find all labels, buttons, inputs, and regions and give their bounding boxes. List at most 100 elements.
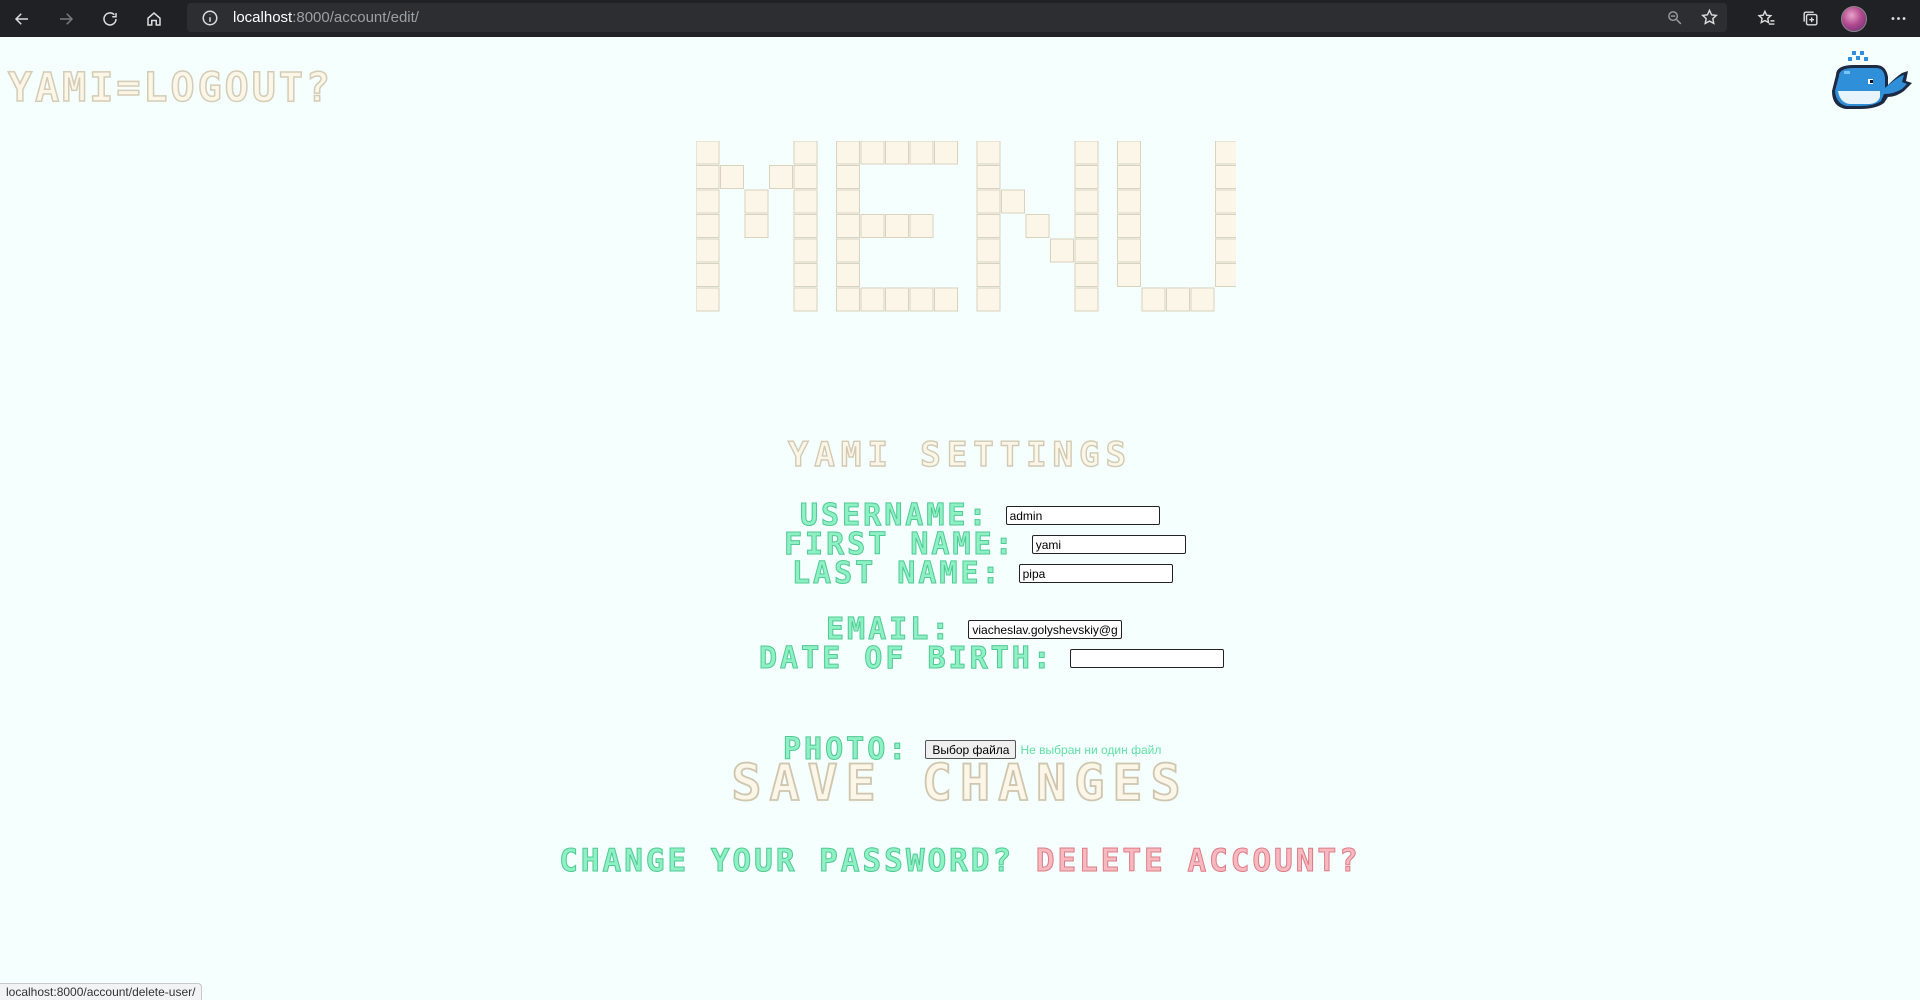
menu-pixel-block [793,165,818,189]
add-favorite-icon[interactable] [1700,8,1719,27]
menu-pixel-block [793,263,818,287]
menu-pixel-block [769,165,793,189]
menu-pixel-block [1117,141,1141,165]
menu-pixel-block [836,141,860,165]
menu-pixel-block [1074,238,1099,263]
last-name-label: LAST NAME: [792,556,1003,592]
menu-letter-n [976,141,1099,312]
collections-button[interactable] [1788,2,1832,36]
arrow-right-icon [60,12,74,25]
menu-pixel-block [696,141,720,165]
menu-pixel-block [696,214,720,238]
menu-pixel-block [976,141,1001,165]
menu-pixel-block [696,263,720,287]
date-of-birth-field[interactable] [1069,649,1224,668]
home-button[interactable] [132,2,176,36]
favorites-button[interactable] [1744,2,1788,36]
menu-pixel-block [934,141,958,165]
menu-pixel-block [909,214,934,238]
menu-title-pixel-art [696,141,1236,312]
menu-pixel-block [976,263,1001,287]
username-field[interactable] [1005,506,1160,525]
reload-button[interactable] [88,2,132,36]
menu-pixel-block [976,214,1001,238]
last-name-row: LAST NAME: [792,556,1173,592]
menu-pixel-block [793,238,818,263]
address-bar[interactable]: localhost:8000/account/edit/ [187,3,1727,32]
menu-pixel-block [1215,141,1236,165]
menu-pixel-block [909,287,934,312]
delete-account-link[interactable]: DELETE ACCOUNT? [1035,843,1361,880]
menu-pixel-block [1117,165,1141,189]
menu-pixel-block [1215,263,1236,287]
back-button[interactable] [0,2,44,36]
menu-letter-u [1117,141,1236,312]
url-path: :8000/account/edit/ [292,9,419,26]
menu-pixel-block [1074,189,1099,214]
menu-pixel-block [1215,165,1236,189]
menu-pixel-block [1141,287,1166,312]
menu-pixel-block [836,238,860,263]
toolbar-actions [1744,0,1920,37]
menu-pixel-block [909,141,934,165]
menu-pixel-block [860,214,885,238]
save-changes-button[interactable]: SAVE CHANGES [0,753,1920,813]
menu-pixel-block [836,214,860,238]
menu-pixel-block [1074,287,1099,312]
more-menu-button[interactable] [1876,2,1920,36]
avatar [1841,5,1867,32]
menu-pixel-block [885,141,909,165]
menu-pixel-block [793,287,818,312]
menu-pixel-block [793,141,818,165]
first-name-field[interactable] [1031,535,1186,554]
settings-title: YAMI SETTINGS [787,434,1133,475]
menu-pixel-block [793,214,818,238]
menu-pixel-block [860,287,885,312]
whale-icon [1832,51,1912,109]
date-of-birth-label: DATE OF BIRTH: [759,641,1054,677]
change-password-link[interactable]: CHANGE YOUR PASSWORD? [559,843,1014,880]
status-bar-url: localhost:8000/account/delete-user/ [0,983,203,1000]
menu-pixel-block [976,287,1001,312]
menu-pixel-block [885,214,909,238]
menu-pixel-block [1001,189,1025,214]
menu-letter-m [696,141,818,312]
last-name-field[interactable] [1018,564,1173,583]
zoom-out-icon[interactable] [1666,9,1683,26]
menu-pixel-block [793,189,818,214]
menu-pixel-block [1025,214,1050,238]
profile-button[interactable] [1832,2,1876,36]
menu-pixel-block [1074,214,1099,238]
forward-button[interactable] [44,2,88,36]
menu-pixel-block [696,238,720,263]
menu-pixel-block [1117,238,1141,263]
home-icon [147,11,161,26]
menu-pixel-block [1190,287,1215,312]
menu-pixel-block [976,238,1001,263]
account-links: CHANGE YOUR PASSWORD? DELETE ACCOUNT? [0,843,1920,880]
info-icon[interactable] [201,9,219,27]
menu-pixel-block [836,165,860,189]
more-icon [1891,17,1905,20]
menu-pixel-block [1074,141,1099,165]
menu-pixel-block [744,214,769,238]
menu-pixel-block [836,287,860,312]
menu-pixel-block [836,263,860,287]
menu-pixel-block [696,189,720,214]
url-host: localhost [233,9,293,26]
logout-link[interactable]: YAMI=LOGOUT? [7,64,333,112]
menu-pixel-block [696,287,720,312]
email-field[interactable] [968,620,1123,639]
menu-pixel-block [744,189,769,214]
menu-pixel-block [696,165,720,189]
menu-pixel-block [976,165,1001,189]
menu-pixel-block [1215,189,1236,214]
arrow-left-icon [14,12,28,25]
menu-pixel-block [1117,189,1141,214]
menu-pixel-block [976,189,1001,214]
menu-pixel-block [1215,214,1236,238]
favorites-icon [1756,9,1774,25]
menu-pixel-block [1117,263,1141,287]
menu-pixel-block [1074,263,1099,287]
menu-pixel-block [885,287,909,312]
